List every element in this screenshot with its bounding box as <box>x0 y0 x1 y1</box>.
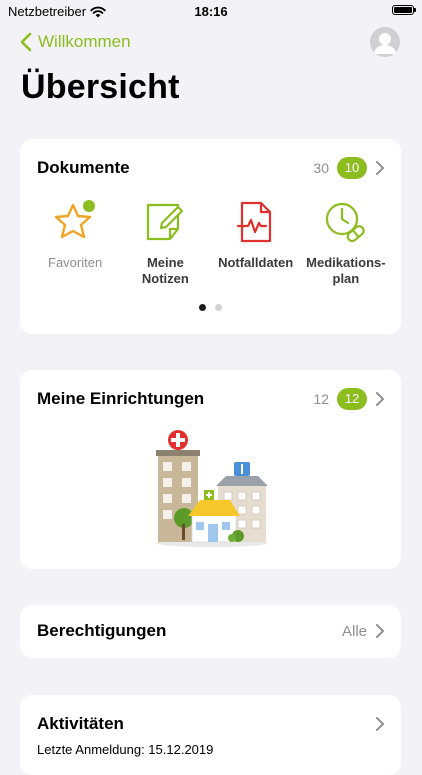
favorites-shortcut[interactable]: Favoriten <box>34 199 116 287</box>
chevron-right-icon <box>376 624 384 638</box>
page-dot-2[interactable] <box>215 304 222 311</box>
notes-label: Meine Notizen <box>141 255 189 286</box>
emergency-data-shortcut[interactable]: Notfalldaten <box>215 199 297 287</box>
facilities-badge: 12 <box>337 388 367 410</box>
facilities-total-count: 12 <box>313 391 329 407</box>
battery-level <box>394 7 412 13</box>
permissions-card[interactable]: Berechtigungen Alle <box>20 605 401 658</box>
documents-title: Dokumente <box>37 158 130 177</box>
activities-card[interactable]: Aktivitäten Letzte Anmeldung: 15.12.2019 <box>20 695 401 775</box>
chevron-right-icon <box>376 161 384 175</box>
user-icon <box>370 27 400 57</box>
chevron-left-icon <box>20 32 32 52</box>
page-indicator[interactable] <box>20 304 401 311</box>
page-dot-1[interactable] <box>199 304 206 311</box>
chevron-right-icon <box>376 392 384 406</box>
emergency-data-label: Notfalldaten <box>218 255 294 270</box>
favorites-label: Favoriten <box>48 255 103 270</box>
emergency-document-icon <box>236 201 271 243</box>
back-button[interactable]: Willkommen <box>20 32 131 52</box>
avatar[interactable] <box>370 27 400 57</box>
page-title: Übersicht <box>21 68 180 106</box>
facilities-header[interactable]: Meine Einrichtungen 12 12 <box>37 388 385 410</box>
permissions-title: Berechtigungen <box>37 621 167 640</box>
permissions-row[interactable]: Berechtigungen Alle <box>37 620 385 642</box>
medication-plan-icon <box>325 202 365 243</box>
activities-title: Aktivitäten <box>37 714 124 733</box>
medication-plan-shortcut[interactable]: Medikations-plan <box>305 199 387 287</box>
notes-shortcut[interactable]: Meine Notizen <box>124 199 206 287</box>
permissions-value: Alle <box>341 622 367 640</box>
clock: 18:16 <box>194 4 228 19</box>
documents-card: Dokumente 30 10 Favoriten Meine Notizen <box>20 139 401 334</box>
activities-header[interactable]: Aktivitäten <box>37 713 385 735</box>
chevron-right-icon <box>376 717 384 731</box>
documents-shortcuts: Favoriten Meine Notizen Notfalldaten Med… <box>20 199 401 287</box>
documents-total-count: 30 <box>313 160 329 176</box>
notes-icon <box>147 203 184 241</box>
documents-badge: 10 <box>337 157 367 179</box>
hospital-illustration <box>156 430 268 547</box>
battery-icon <box>392 5 416 15</box>
medication-plan-label: Medikations-plan <box>306 255 386 286</box>
back-label: Willkommen <box>38 32 131 51</box>
facilities-title: Meine Einrichtungen <box>37 389 205 408</box>
documents-header[interactable]: Dokumente 30 10 <box>37 157 385 179</box>
star-icon <box>54 200 96 239</box>
status-bar: Netzbetreiber 18:16 <box>0 0 422 22</box>
facilities-card: Meine Einrichtungen 12 12 <box>20 370 401 569</box>
